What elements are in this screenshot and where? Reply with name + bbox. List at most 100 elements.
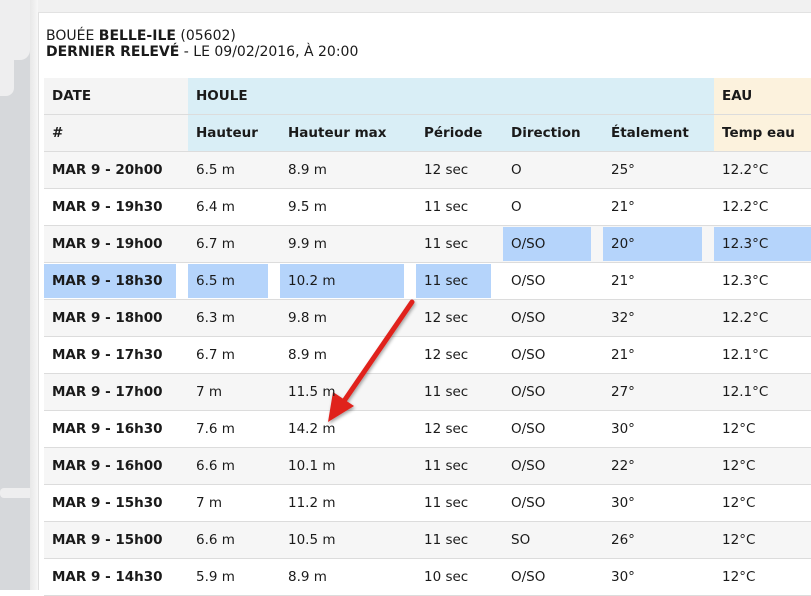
cell-text: 12.2°C [722,199,769,215]
cell-text: 11 sec [424,458,469,474]
table-cell: 6.7 m [188,225,280,263]
table-cell: 11.5 m [280,373,416,411]
table-cell: 6.4 m [188,188,280,226]
table-cell: 12.2°C [714,188,811,226]
cell-text: O/SO [511,421,546,437]
cell-text: 26° [611,532,635,548]
column-header: Hauteur max [280,114,416,152]
table-cell: 11 sec [416,188,503,226]
cell-text: O/SO [511,310,546,326]
column-header: Direction [503,114,603,152]
table-cell: 27° [603,373,715,411]
buoy-name: BELLE-ILE [98,28,176,44]
map-panel[interactable] [0,0,36,590]
last-reading: DERNIER RELEVÉ - LE 09/02/2016, À 20:00 [46,44,358,60]
group-eau: EAU [714,78,811,115]
cell-text: O [511,162,522,178]
cell-text: 6.6 m [196,532,235,548]
table-cell: 12 sec [416,336,503,374]
cell-text: 12 sec [424,310,469,326]
date-cell: MAR 9 - 19h30 [44,188,188,226]
cell-text: 6.7 m [196,236,235,252]
table-cell: 12 sec [416,299,503,337]
table-cell: O [503,151,603,189]
cell-text: 25° [611,162,635,178]
cell-text: 30° [611,569,635,585]
cell-text: 8.9 m [288,162,327,178]
table-cell: 11.2 m [280,484,416,522]
date-cell: MAR 9 - 16h00 [44,447,188,485]
cell-text: 12.3°C [722,236,769,252]
table-cell: 6.5 m [188,262,280,300]
cell-text: O [511,199,522,215]
cell-text: 12 sec [424,421,469,437]
cell-text: 7 m [196,384,223,400]
table-cell: O/SO [503,484,603,522]
cell-text: 11.5 m [288,384,336,400]
column-header: Temp eau [714,114,811,152]
table-cell: 11 sec [416,373,503,411]
table-cell: 12 sec [416,410,503,448]
cell-text: 12.1°C [722,384,769,400]
table-cell: 12.1°C [714,336,811,374]
table-cell: 12 sec [416,151,503,189]
table-cell: 11 sec [416,447,503,485]
table-cell: 12.2°C [714,299,811,337]
cell-text: MAR 9 - 17h30 [52,347,163,363]
table-cell: 14.2 m [280,410,416,448]
table-cell: 22° [603,447,715,485]
table-cell: O/SO [503,225,603,263]
cell-text: 27° [611,384,635,400]
cell-text: MAR 9 - 18h30 [52,273,163,289]
table-row: MAR 9 - 18h30 6.5 m 10.2 m 11 sec O/SO 21° 12.… [44,262,811,300]
cell-text: O/SO [511,236,546,252]
table-cell: 12°C [714,484,811,522]
cell-text: SO [511,532,531,548]
table-cell: 30° [603,484,715,522]
column-header-row: # Hauteur Hauteur max Période Direction … [44,114,811,152]
cell-text: 11 sec [424,236,469,252]
column-header: Hauteur [188,114,280,152]
cell-text: MAR 9 - 14h30 [52,569,163,585]
table-cell: 11 sec [416,262,503,300]
cell-text: 12.1°C [722,347,769,363]
cell-text: MAR 9 - 16h30 [52,421,163,437]
buoy-header: BOUÉE BELLE-ILE (05602) DERNIER RELEVÉ -… [46,28,358,60]
cell-text: 10.5 m [288,532,336,548]
cell-text: 9.5 m [288,199,327,215]
cell-text: 6.7 m [196,347,235,363]
table-row: MAR 9 - 15h00 6.6 m 10.5 m 11 sec SO 26° 12°C [44,521,811,559]
buoy-prefix: BOUÉE [46,28,95,44]
cell-text: O/SO [511,384,546,400]
table-cell: 32° [603,299,715,337]
cell-text: MAR 9 - 18h00 [52,310,163,326]
table-cell: 7 m [188,484,280,522]
table-cell: O/SO [503,447,603,485]
table-cell: 26° [603,521,715,559]
cell-text: O/SO [511,347,546,363]
group-houle: HOULE [188,78,715,115]
cell-text: 32° [611,310,635,326]
date-cell: MAR 9 - 19h00 [44,225,188,263]
cell-text: 12°C [722,421,756,437]
table-cell: O/SO [503,373,603,411]
table-cell: O [503,188,603,226]
cell-text: 8.9 m [288,569,327,585]
cell-text: 21° [611,273,635,289]
cell-text: 11 sec [424,495,469,511]
table-cell: 10.5 m [280,521,416,559]
buoy-title: BOUÉE BELLE-ILE (05602) [46,28,358,44]
last-reading-label: DERNIER RELEVÉ [46,44,180,60]
cell-text: 11.2 m [288,495,336,511]
cell-text: 11 sec [424,273,469,289]
table-row: MAR 9 - 17h00 7 m 11.5 m 11 sec O/SO 27° 12.1°… [44,373,811,411]
table-cell: 25° [603,151,715,189]
table-cell: 10.2 m [280,262,416,300]
date-cell: MAR 9 - 17h00 [44,373,188,411]
cell-text: 6.5 m [196,273,235,289]
date-cell: MAR 9 - 16h30 [44,410,188,448]
cell-text: 12.2°C [722,310,769,326]
column-header: Étalement [603,114,715,152]
table-cell: 9.5 m [280,188,416,226]
cell-text: 22° [611,458,635,474]
